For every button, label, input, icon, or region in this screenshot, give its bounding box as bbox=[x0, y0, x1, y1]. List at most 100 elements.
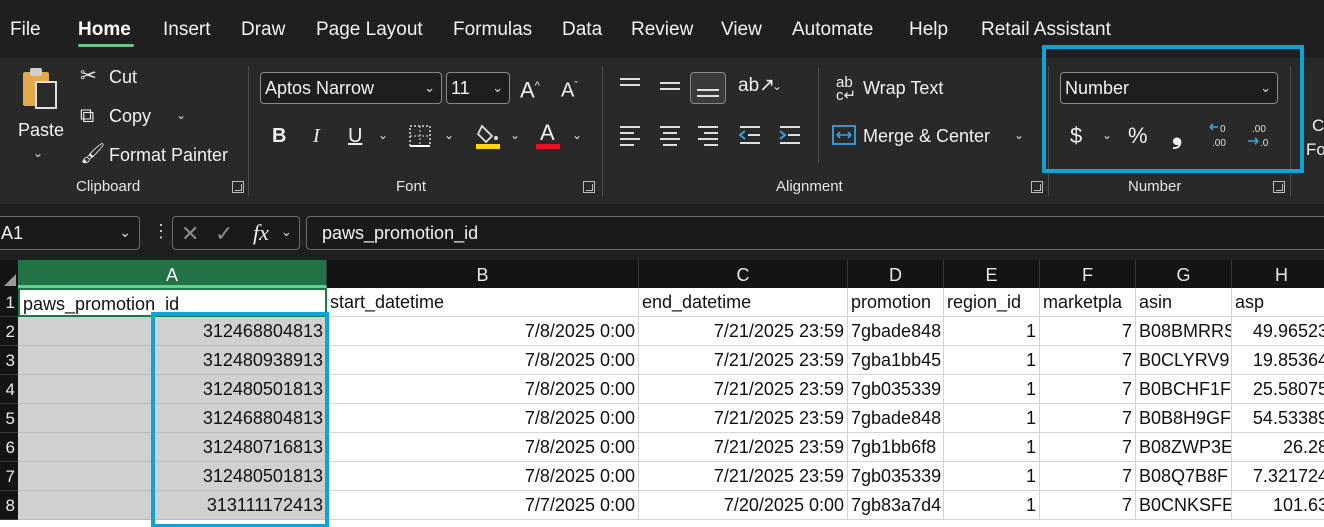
cancel-icon[interactable]: ✕ bbox=[181, 221, 199, 247]
column-header-c[interactable]: C bbox=[639, 260, 848, 288]
cell-d8[interactable]: 7gb83a7d4 bbox=[848, 491, 944, 520]
align-left-icon[interactable] bbox=[618, 124, 642, 150]
cell-g6[interactable]: B08ZWP3E bbox=[1136, 433, 1232, 462]
merge-center-button[interactable]: Merge & Center bbox=[863, 126, 990, 147]
row-header-6[interactable]: 6 bbox=[0, 433, 18, 462]
cell-h8[interactable]: 101.63 bbox=[1232, 491, 1324, 520]
row-header-4[interactable]: 4 bbox=[0, 375, 18, 404]
cut-button[interactable]: Cut bbox=[109, 67, 137, 88]
tab-automate[interactable]: Automate bbox=[792, 19, 873, 41]
tab-review[interactable]: Review bbox=[631, 19, 693, 41]
orientation-icon[interactable]: ab↗ bbox=[738, 76, 775, 96]
chevron-down-icon[interactable]: ⌄ bbox=[281, 224, 292, 240]
borders-icon[interactable] bbox=[408, 124, 432, 152]
tab-file[interactable]: File bbox=[10, 19, 41, 41]
row-header-8[interactable]: 8 bbox=[0, 491, 18, 520]
cell-h4[interactable]: 25.58075 bbox=[1232, 375, 1324, 404]
cell-f6[interactable]: 7 bbox=[1040, 433, 1136, 462]
font-family-select[interactable]: Aptos Narrow ⌄ bbox=[260, 72, 442, 104]
tab-formulas[interactable]: Formulas bbox=[453, 19, 532, 41]
format-painter-button[interactable]: Format Painter bbox=[109, 145, 228, 166]
next-group-partial-line1[interactable]: C bbox=[1312, 116, 1324, 136]
cell-c5[interactable]: 7/21/2025 23:59 bbox=[639, 404, 848, 433]
cell-f3[interactable]: 7 bbox=[1040, 346, 1136, 375]
top-align-icon[interactable] bbox=[618, 76, 642, 100]
increase-indent-icon[interactable] bbox=[778, 124, 802, 150]
font-color-dropdown[interactable]: ⌄ bbox=[572, 128, 582, 142]
cell-d2[interactable]: 7gbade848 bbox=[848, 317, 944, 346]
cell-g7[interactable]: B08Q7B8F bbox=[1136, 462, 1232, 491]
cell-b7[interactable]: 7/8/2025 0:00 bbox=[327, 462, 639, 491]
alignment-dialog-launcher[interactable] bbox=[1031, 181, 1043, 193]
next-group-partial-line2[interactable]: Fo bbox=[1306, 140, 1324, 160]
cell-e7[interactable]: 1 bbox=[944, 462, 1040, 491]
column-header-d[interactable]: D bbox=[848, 260, 944, 288]
cell-g4[interactable]: B0BCHF1F bbox=[1136, 375, 1232, 404]
cell-f7[interactable]: 7 bbox=[1040, 462, 1136, 491]
cell-c7[interactable]: 7/21/2025 23:59 bbox=[639, 462, 848, 491]
cell-c4[interactable]: 7/21/2025 23:59 bbox=[639, 375, 848, 404]
middle-align-icon[interactable] bbox=[658, 76, 682, 100]
cell-g2[interactable]: B08BMRRS bbox=[1136, 317, 1232, 346]
cell-b3[interactable]: 7/8/2025 0:00 bbox=[327, 346, 639, 375]
paste-icon[interactable] bbox=[20, 66, 60, 114]
bottom-align-icon[interactable] bbox=[690, 72, 726, 104]
tab-data[interactable]: Data bbox=[562, 19, 602, 41]
cell-b2[interactable]: 7/8/2025 0:00 bbox=[327, 317, 639, 346]
cell-d5[interactable]: 7gbade848 bbox=[848, 404, 944, 433]
enter-icon[interactable]: ✓ bbox=[215, 221, 233, 247]
font-dialog-launcher[interactable] bbox=[583, 181, 595, 193]
decrease-font-size-icon[interactable]: Aˇ bbox=[561, 76, 578, 101]
merge-center-dropdown[interactable]: ⌄ bbox=[1014, 128, 1024, 142]
cell-b5[interactable]: 7/8/2025 0:00 bbox=[327, 404, 639, 433]
cell-f2[interactable]: 7 bbox=[1040, 317, 1136, 346]
chevron-down-icon[interactable]: ⌄ bbox=[119, 224, 131, 241]
row-header-7[interactable]: 7 bbox=[0, 462, 18, 491]
tab-view[interactable]: View bbox=[721, 19, 762, 41]
cell-g8[interactable]: B0CNKSFE bbox=[1136, 491, 1232, 520]
tab-retail-assistant[interactable]: Retail Assistant bbox=[981, 19, 1111, 41]
cell-g1[interactable]: asin bbox=[1136, 288, 1232, 317]
italic-button[interactable]: I bbox=[313, 126, 320, 146]
cell-h6[interactable]: 26.28 bbox=[1232, 433, 1324, 462]
cell-b6[interactable]: 7/8/2025 0:00 bbox=[327, 433, 639, 462]
cell-g5[interactable]: B0B8H9GF bbox=[1136, 404, 1232, 433]
cell-b8[interactable]: 7/7/2025 0:00 bbox=[327, 491, 639, 520]
cell-e4[interactable]: 1 bbox=[944, 375, 1040, 404]
cell-h2[interactable]: 49.96523 bbox=[1232, 317, 1324, 346]
cell-e2[interactable]: 1 bbox=[944, 317, 1040, 346]
cell-b1[interactable]: start_datetime bbox=[327, 288, 639, 317]
font-size-select[interactable]: 11 ⌄ bbox=[446, 72, 510, 104]
insert-function-button[interactable]: fx bbox=[253, 220, 269, 246]
more-options-icon[interactable]: ⋮ bbox=[152, 221, 170, 242]
underline-button[interactable]: U bbox=[348, 126, 362, 146]
borders-dropdown[interactable]: ⌄ bbox=[444, 128, 454, 142]
formula-input[interactable]: paws_promotion_id bbox=[306, 216, 1324, 250]
cell-b4[interactable]: 7/8/2025 0:00 bbox=[327, 375, 639, 404]
cell-c3[interactable]: 7/21/2025 23:59 bbox=[639, 346, 848, 375]
row-header-3[interactable]: 3 bbox=[0, 346, 18, 375]
row-header-1[interactable]: 1 bbox=[0, 288, 18, 317]
number-dialog-launcher[interactable] bbox=[1273, 181, 1285, 193]
cell-h3[interactable]: 19.85364 bbox=[1232, 346, 1324, 375]
row-header-2[interactable]: 2 bbox=[0, 317, 18, 346]
cell-f4[interactable]: 7 bbox=[1040, 375, 1136, 404]
cell-c8[interactable]: 7/20/2025 0:00 bbox=[639, 491, 848, 520]
cell-h1[interactable]: asp bbox=[1232, 288, 1324, 317]
column-header-h[interactable]: H bbox=[1232, 260, 1324, 288]
orientation-dropdown[interactable]: ⌄ bbox=[772, 79, 782, 93]
cell-f5[interactable]: 7 bbox=[1040, 404, 1136, 433]
tab-insert[interactable]: Insert bbox=[163, 19, 211, 41]
column-header-e[interactable]: E bbox=[944, 260, 1040, 288]
copy-dropdown[interactable]: ⌄ bbox=[176, 108, 186, 122]
fill-color-icon[interactable] bbox=[476, 122, 502, 154]
cell-d1[interactable]: promotion bbox=[848, 288, 944, 317]
cell-e6[interactable]: 1 bbox=[944, 433, 1040, 462]
cell-d7[interactable]: 7gb035339 bbox=[848, 462, 944, 491]
cell-f1[interactable]: marketpla bbox=[1040, 288, 1136, 317]
paste-button[interactable]: Paste bbox=[18, 120, 64, 141]
column-header-a[interactable]: A bbox=[18, 260, 327, 288]
cell-e3[interactable]: 1 bbox=[944, 346, 1040, 375]
select-all-button[interactable] bbox=[0, 260, 18, 288]
cell-h7[interactable]: 7.321724 bbox=[1232, 462, 1324, 491]
